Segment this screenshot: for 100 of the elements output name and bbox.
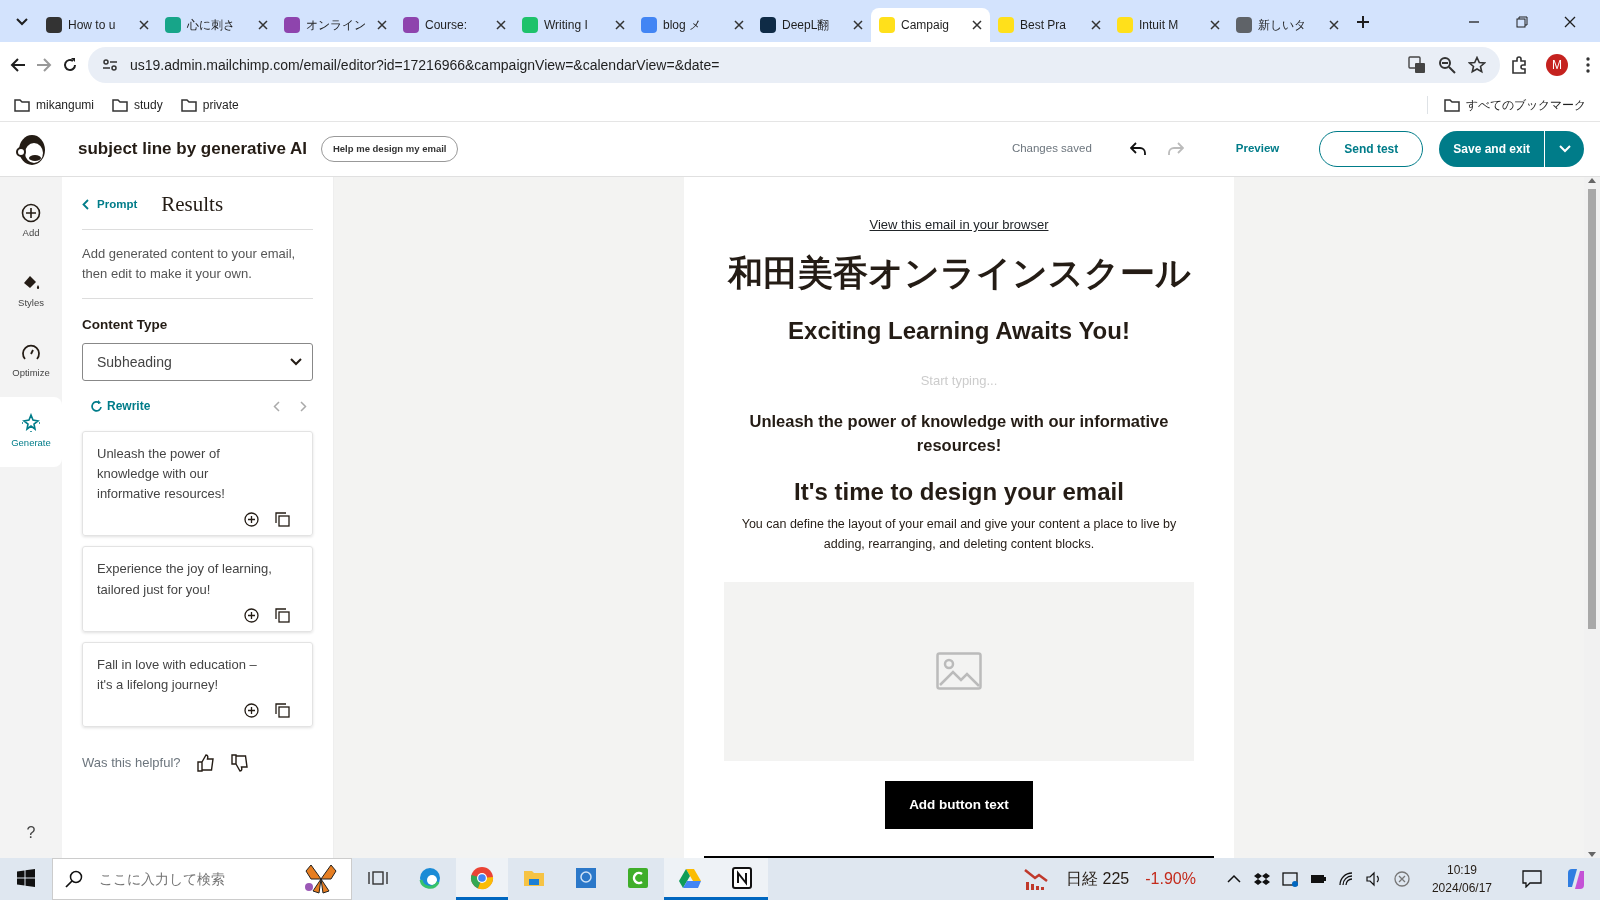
reload-icon[interactable]: [62, 57, 78, 73]
feedback-question: Was this helpful?: [82, 754, 181, 772]
chevron-left-icon: [82, 199, 89, 211]
campaign-title: subject line by generative AI: [78, 138, 307, 161]
bookmark-folder[interactable]: すべてのブックマーク: [1427, 95, 1586, 114]
content-type-select[interactable]: Subheading: [82, 343, 313, 382]
tab-title: 新しいタ: [1258, 17, 1307, 34]
save-status: Changes saved: [1011, 141, 1092, 157]
close-icon[interactable]: [258, 20, 268, 30]
close-icon[interactable]: [615, 20, 625, 30]
browser-tab[interactable]: blog メ: [633, 8, 752, 42]
copy-icon[interactable]: [275, 703, 290, 718]
browser-tab[interactable]: 心に刺さ: [157, 8, 276, 42]
browser-tab[interactable]: 新しいタ: [1228, 8, 1347, 42]
copy-icon[interactable]: [275, 512, 290, 528]
browser-tab[interactable]: Course:: [395, 8, 514, 42]
restore-icon: [1515, 15, 1529, 29]
close-icon[interactable]: [734, 20, 744, 30]
browser-tab[interactable]: How to u: [38, 8, 157, 42]
taskbar-clock[interactable]: 10:19 2024/06/17: [1431, 861, 1492, 897]
email-button[interactable]: Add button text: [885, 780, 1033, 829]
bookmark-folder[interactable]: mikangumi: [14, 95, 95, 114]
tab-title: Best Pra: [1020, 17, 1068, 34]
browser-tab[interactable]: オンライン: [276, 8, 395, 42]
taskbar-search-bar[interactable]: ここに入力して検索: [52, 858, 352, 900]
refresh-icon: [90, 399, 103, 413]
rewrite-button[interactable]: Rewrite: [90, 397, 151, 416]
notification-icon[interactable]: [1522, 870, 1542, 888]
browser-tab[interactable]: Intuit M: [1109, 8, 1228, 42]
help-design-button[interactable]: Help me design my email: [320, 135, 459, 163]
browser-tab[interactable]: Best Pra: [990, 8, 1109, 42]
tab-title: 心に刺さ: [187, 17, 236, 34]
rail-item[interactable]: Optimize: [0, 327, 62, 397]
star-icon[interactable]: [1468, 56, 1486, 74]
thumbs-down-icon[interactable]: [230, 753, 249, 772]
back-link[interactable]: Prompt: [82, 196, 138, 214]
preview-link[interactable]: Preview: [1235, 140, 1280, 158]
rail-item[interactable]: Add: [0, 187, 62, 257]
copy-icon[interactable]: [275, 607, 290, 623]
up-arrow-icon: [1588, 177, 1596, 183]
rail-item[interactable]: Styles: [0, 257, 62, 327]
zoom-icon[interactable]: [1438, 56, 1456, 74]
windows-logo-icon: [17, 868, 35, 887]
close-icon[interactable]: [853, 20, 863, 30]
add-icon[interactable]: [244, 703, 259, 718]
undo-icon[interactable]: [1129, 142, 1146, 156]
folder-icon: [180, 96, 197, 113]
folder-icon: [14, 96, 30, 113]
plus-icon: [1356, 15, 1370, 29]
speaker-icon[interactable]: [1365, 871, 1382, 887]
image-icon: [936, 652, 982, 691]
bookmark-folder[interactable]: study: [112, 95, 163, 114]
thumbs-up-icon[interactable]: [196, 753, 215, 772]
translate-icon[interactable]: [1408, 56, 1426, 74]
extension-icon[interactable]: [1510, 56, 1528, 74]
tab-title: Campaig: [901, 17, 951, 34]
search-field[interactable]: ここに入力して検索: [97, 867, 289, 891]
send-test-button[interactable]: Send test: [1319, 131, 1424, 167]
tab-title: Course:: [425, 17, 469, 34]
browser-tab[interactable]: Writing I: [514, 8, 633, 42]
tab-title: How to u: [68, 17, 117, 34]
folder-label: mikangumi: [36, 96, 95, 114]
field-label: Content Type: [82, 315, 169, 334]
add-icon[interactable]: [244, 607, 259, 623]
close-icon[interactable]: [972, 20, 982, 30]
dropbox-icon[interactable]: [1253, 871, 1270, 887]
site-settings-icon[interactable]: [102, 57, 118, 73]
add-icon[interactable]: [244, 512, 259, 528]
tab-title: Intuit M: [1139, 17, 1180, 34]
close-circle-icon[interactable]: [1393, 871, 1410, 887]
task-view-icon: [368, 868, 388, 887]
forward-icon[interactable]: [36, 57, 52, 73]
save-options-button[interactable]: [1544, 131, 1584, 167]
close-icon[interactable]: [496, 20, 506, 30]
folder-icon: [112, 96, 129, 113]
bookmark-folder[interactable]: private: [180, 95, 239, 114]
browser-tab[interactable]: DeepL翻: [752, 8, 871, 42]
browser-tab[interactable]: Campaig: [871, 8, 990, 42]
profile-avatar[interactable]: M: [1546, 54, 1568, 76]
folder-label: private: [202, 96, 239, 114]
help-button[interactable]: ?: [0, 808, 62, 858]
taskbar-app[interactable]: [716, 858, 768, 900]
back-icon[interactable]: [10, 57, 26, 73]
folder-label: すべてのブックマーク: [1466, 96, 1586, 114]
more-icon[interactable]: [1586, 57, 1590, 73]
close-icon[interactable]: [1091, 20, 1101, 30]
save-and-exit-button[interactable]: Save and exit: [1439, 131, 1544, 167]
wifi-icon[interactable]: [1337, 871, 1354, 887]
close-icon[interactable]: [1210, 20, 1220, 30]
close-icon[interactable]: [377, 20, 387, 30]
stock-widget[interactable]: 日経 225 -1.90%: [1024, 867, 1196, 891]
close-icon[interactable]: [1329, 20, 1339, 30]
browser-view-link[interactable]: View this email in your browser: [869, 215, 1049, 235]
generate-icon: [21, 413, 41, 434]
section-title: It's time to design your email: [794, 477, 1124, 507]
email-title: 和田美香オンラインスクール: [727, 251, 1191, 294]
close-icon[interactable]: [139, 20, 149, 30]
scrollbar[interactable]: [1584, 177, 1600, 858]
rail-item[interactable]: Generate: [0, 397, 62, 467]
address-bar[interactable]: us19.admin.mailchimp.com/email/editor?id=17216966&campaignView=&calendarView=&date=: [88, 47, 1500, 83]
